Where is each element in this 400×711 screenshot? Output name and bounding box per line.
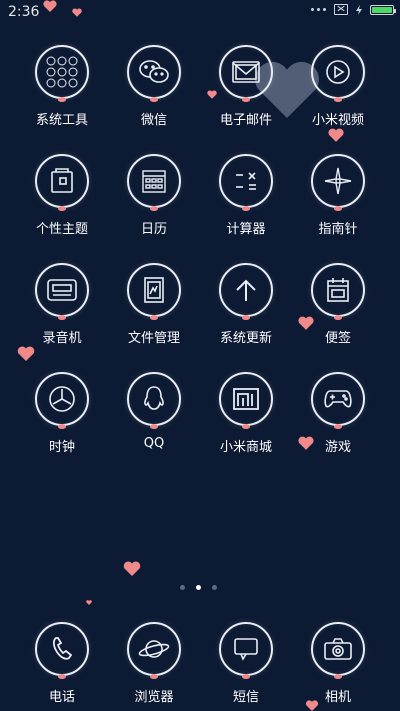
app-label: 系统更新: [219, 331, 272, 346]
app-label: 电子邮件: [219, 113, 272, 128]
grid-icon: [35, 45, 89, 99]
charging-icon: [356, 4, 362, 15]
more-notifications-icon: [311, 8, 326, 11]
status-time: 2:36: [8, 4, 40, 20]
app-system-tools[interactable]: 系统工具: [16, 45, 108, 128]
app-label: 游戏: [324, 440, 351, 455]
no-sim-icon: [334, 4, 348, 15]
theme-icon: [35, 154, 89, 208]
heart-decoration: [86, 600, 92, 605]
app-label: 日历: [140, 222, 167, 237]
app-label: 小米视频: [311, 113, 364, 128]
heart-decoration: [328, 128, 344, 142]
app-wechat[interactable]: 微信: [108, 45, 200, 128]
status-icons: [311, 4, 396, 15]
app-qq[interactable]: QQ: [108, 372, 200, 451]
app-label: 浏览器: [134, 690, 174, 705]
recorder-icon: [35, 263, 89, 317]
play-icon: [311, 45, 365, 99]
phone-icon: [35, 622, 89, 676]
page-dot-active[interactable]: [196, 585, 201, 590]
app-label: 便签: [324, 331, 351, 346]
calculator-icon: [219, 154, 273, 208]
app-mi-video[interactable]: 小米视频: [292, 45, 384, 128]
app-label: 系统工具: [35, 113, 88, 128]
app-calculator[interactable]: 计算器: [200, 154, 292, 237]
app-label: 相机: [324, 690, 351, 705]
mi-store-icon: [219, 372, 273, 426]
app-label: 录音机: [42, 331, 82, 346]
app-compass[interactable]: 指南针: [292, 154, 384, 237]
app-label: 小米商城: [219, 440, 272, 455]
app-label: 时钟: [48, 440, 75, 455]
app-label: 短信: [232, 690, 259, 705]
app-system-update[interactable]: 系统更新: [200, 263, 292, 346]
calendar-icon: [127, 154, 181, 208]
page-dot[interactable]: [212, 585, 217, 590]
dock-camera[interactable]: 相机: [292, 622, 384, 705]
message-icon: [219, 622, 273, 676]
camera-icon: [311, 622, 365, 676]
app-label: 文件管理: [127, 331, 180, 346]
wechat-icon: [127, 45, 181, 99]
qq-icon: [127, 372, 181, 426]
dock-browser[interactable]: 浏览器: [108, 622, 200, 705]
app-label: 个性主题: [35, 222, 88, 237]
clock-icon: [35, 372, 89, 426]
arrow-up-icon: [219, 263, 273, 317]
page-dot[interactable]: [180, 585, 185, 590]
file-icon: [127, 263, 181, 317]
app-notes[interactable]: 便签: [292, 263, 384, 346]
heart-decoration: [123, 561, 141, 576]
app-file-manager[interactable]: 文件管理: [108, 263, 200, 346]
heart-decoration: [17, 346, 35, 361]
app-mi-store[interactable]: 小米商城: [200, 372, 292, 455]
app-label: 微信: [140, 113, 167, 128]
app-label: 电话: [48, 690, 75, 705]
heart-decoration: [72, 8, 82, 17]
app-themes[interactable]: 个性主题: [16, 154, 108, 237]
app-clock[interactable]: 时钟: [16, 372, 108, 455]
page-indicator[interactable]: [180, 585, 217, 590]
notes-icon: [311, 263, 365, 317]
app-label: 指南针: [318, 222, 358, 237]
status-bar: 2:36: [0, 0, 400, 24]
app-label: QQ: [143, 436, 165, 451]
app-games[interactable]: 游戏: [292, 372, 384, 455]
dock-phone[interactable]: 电话: [16, 622, 108, 705]
dock-messages[interactable]: 短信: [200, 622, 292, 705]
gamepad-icon: [311, 372, 365, 426]
app-email[interactable]: 电子邮件: [200, 45, 292, 128]
planet-icon: [127, 622, 181, 676]
heart-decoration: [43, 0, 57, 12]
battery-icon: [370, 4, 396, 15]
compass-icon: [311, 154, 365, 208]
app-calendar[interactable]: 日历: [108, 154, 200, 237]
app-label: 计算器: [226, 222, 266, 237]
app-recorder[interactable]: 录音机: [16, 263, 108, 346]
mail-icon: [219, 45, 273, 99]
